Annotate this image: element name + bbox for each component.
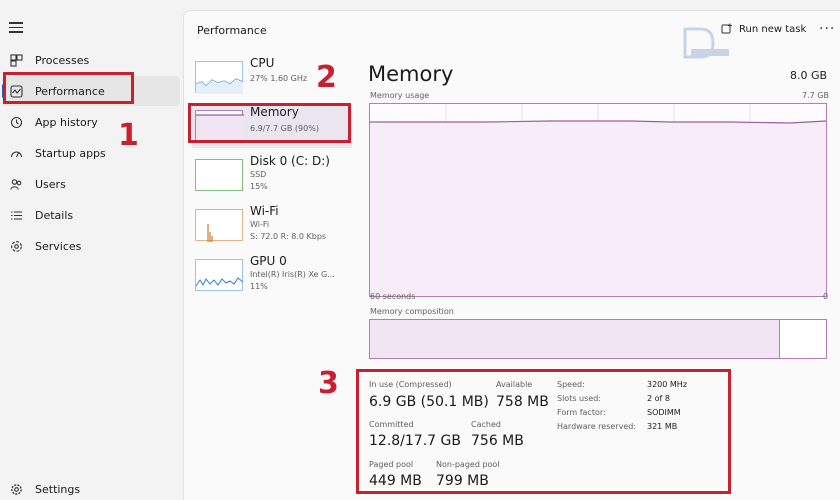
users-icon: [9, 177, 23, 191]
sidebar-item-startup-apps[interactable]: Startup apps: [2, 138, 180, 168]
run-new-task-label: Run new task: [739, 23, 807, 35]
memory-heading: Memory: [368, 62, 454, 86]
device-item-wifi[interactable]: Wi-Fi Wi-Fi S: 72.0 R: 8.0 Kbps: [192, 203, 352, 247]
memory-usage-label: Memory usage: [370, 91, 430, 100]
cpu-thumbnail-graph: [195, 61, 244, 94]
annotation-box-performance: [3, 72, 134, 104]
page-title: Performance: [197, 24, 267, 37]
gear-icon: [9, 482, 23, 496]
device-detail: Wi-Fi: [250, 220, 270, 229]
sidebar-item-processes[interactable]: Processes: [2, 45, 180, 75]
wifi-thumbnail-graph: [195, 209, 243, 242]
device-item-disk[interactable]: Disk 0 (C: D:) SSD 15%: [192, 153, 352, 197]
sidebar-item-label: Startup apps: [35, 146, 106, 160]
memory-composition-bar: [369, 319, 827, 359]
annotation-number-1: 1: [118, 118, 139, 153]
memory-composition-label: Memory composition: [370, 307, 454, 316]
run-new-task-button[interactable]: Run new task: [721, 23, 806, 35]
memory-composition-in-use: [370, 320, 781, 358]
device-detail: 27% 1.60 GHz: [250, 74, 308, 83]
more-options-icon[interactable]: ···: [819, 21, 835, 37]
sidebar-item-app-history[interactable]: App history: [2, 107, 180, 137]
settings-label: Settings: [35, 482, 81, 496]
sidebar-item-label: Processes: [35, 53, 90, 67]
sidebar-item-users[interactable]: Users: [2, 169, 180, 199]
memory-total: 8.0 GB: [790, 69, 828, 82]
disk-thumbnail-graph: [195, 159, 243, 191]
sidebar-item-label: Services: [35, 239, 82, 253]
processes-icon: [9, 53, 23, 67]
sidebar-item-label: Details: [35, 208, 74, 222]
device-detail: S: 72.0 R: 8.0 Kbps: [250, 232, 327, 241]
sidebar-item-label: Users: [35, 177, 66, 191]
gpu-thumbnail-graph: [195, 259, 244, 291]
startup-apps-icon: [9, 146, 23, 160]
sidebar-item-details[interactable]: Details: [2, 200, 180, 230]
device-name: CPU: [250, 56, 275, 70]
annotation-number-2: 2: [316, 60, 337, 95]
device-name: Disk 0 (C: D:): [250, 154, 330, 168]
annotation-number-3: 3: [318, 366, 339, 401]
device-name: Wi-Fi: [250, 204, 279, 218]
hamburger-menu-icon[interactable]: [9, 22, 23, 33]
graph-time-left: 60 seconds: [370, 292, 416, 301]
device-detail: SSD: [250, 170, 267, 179]
sidebar-item-services[interactable]: Services: [2, 231, 180, 261]
details-icon: [9, 208, 23, 222]
device-detail: 11%: [250, 282, 268, 291]
annotation-box-stats: [356, 369, 731, 494]
device-detail: Intel(R) Iris(R) Xe G...: [250, 270, 335, 279]
app-history-icon: [9, 115, 23, 129]
memory-usage-max: 7.7 GB: [802, 91, 829, 100]
device-item-gpu[interactable]: GPU 0 Intel(R) Iris(R) Xe G... 11%: [192, 253, 352, 297]
device-name: GPU 0: [250, 254, 287, 268]
annotation-box-memory: [188, 103, 351, 143]
graph-time-right: 0: [823, 292, 829, 301]
memory-usage-graph: [369, 103, 827, 297]
services-icon: [9, 239, 23, 253]
sidebar-item-label: App history: [35, 115, 98, 129]
sidebar-item-settings[interactable]: Settings: [2, 474, 180, 500]
device-detail: 15%: [250, 182, 268, 191]
run-task-icon: [721, 23, 733, 35]
